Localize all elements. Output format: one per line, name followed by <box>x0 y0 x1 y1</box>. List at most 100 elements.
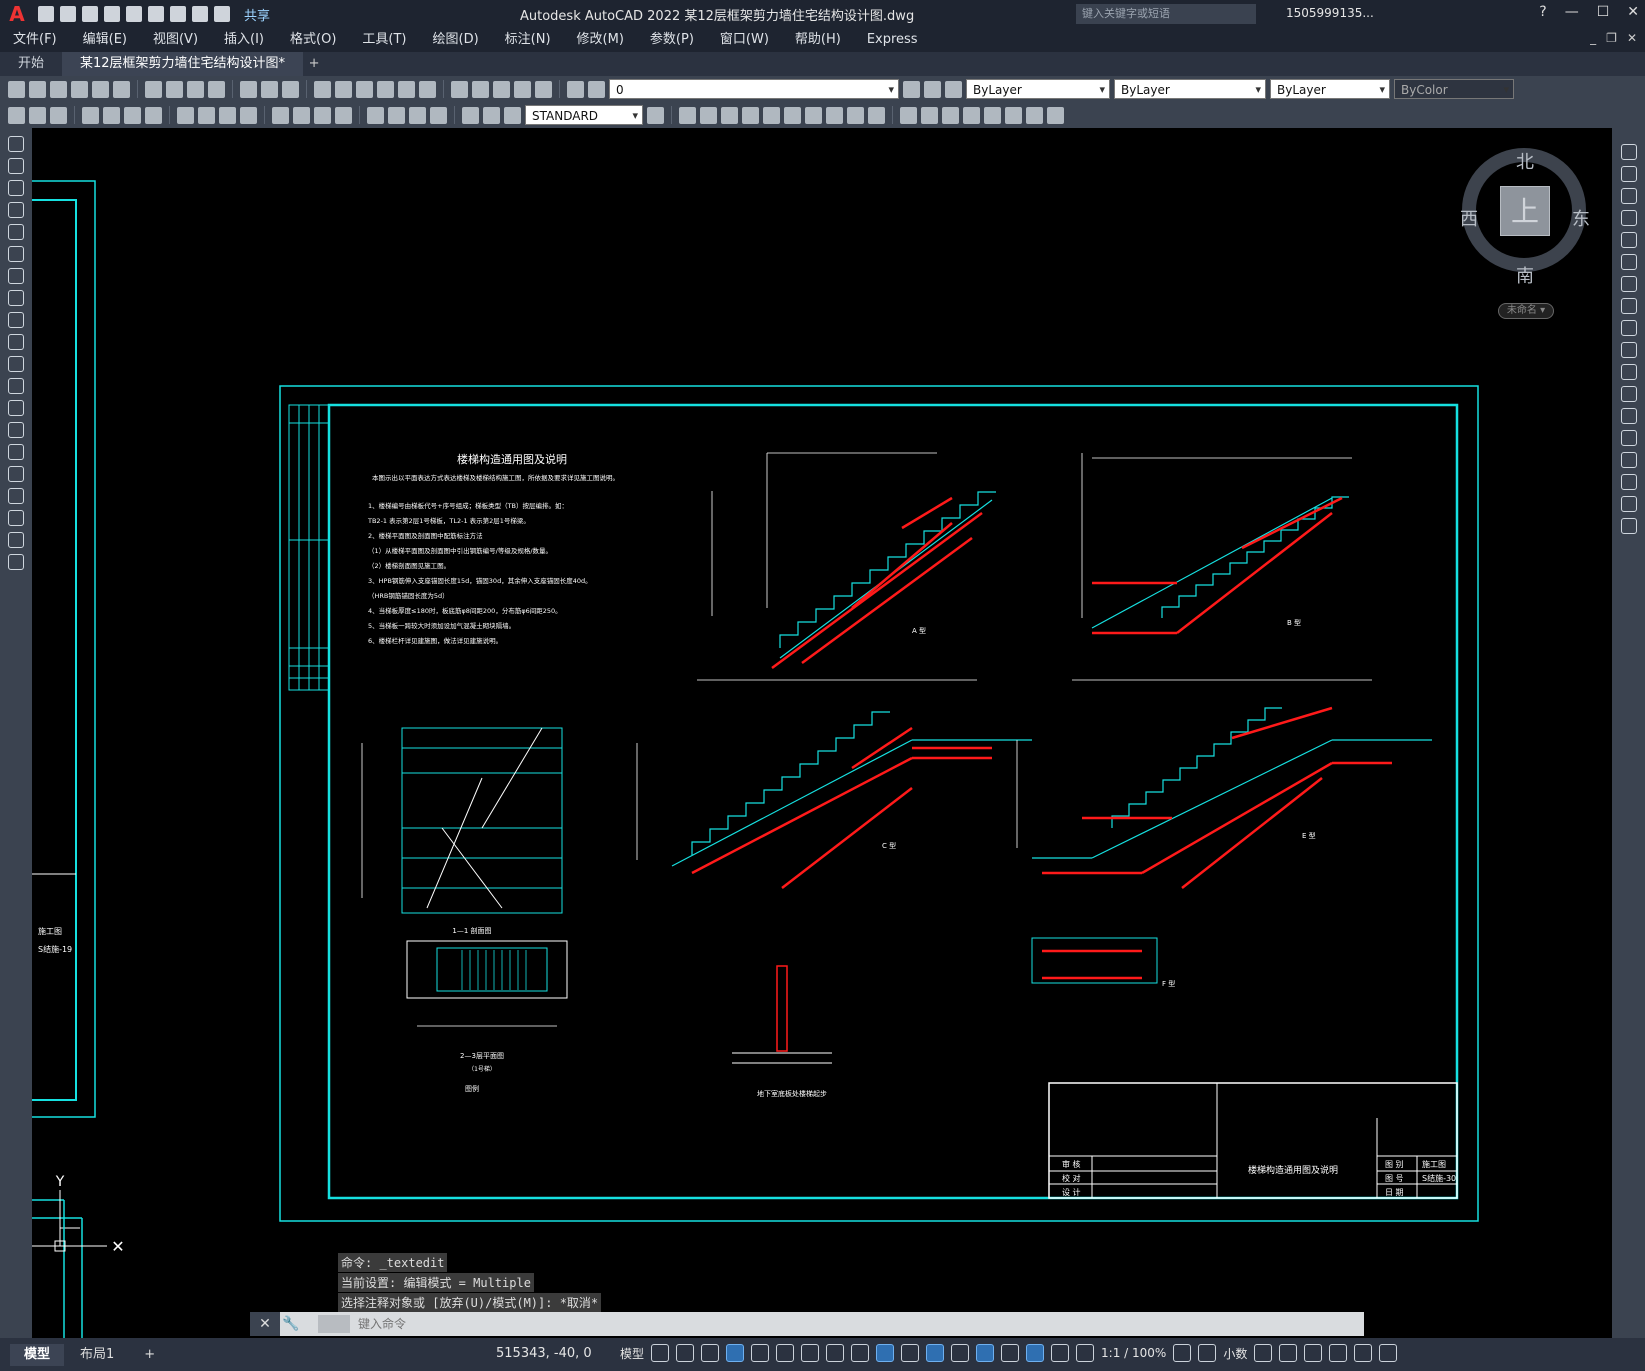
viewcube-top-face[interactable]: 上 <box>1500 186 1550 236</box>
search-input[interactable]: 键入关键字或短语 <box>1076 4 1256 24</box>
file-tool-icon[interactable] <box>29 80 46 98</box>
autocad-logo-icon[interactable]: A <box>0 0 34 28</box>
document-tab[interactable]: 某12层框架剪力墙住宅结构设计图* <box>62 52 304 76</box>
modify-palette-tool-icon[interactable] <box>1620 188 1637 204</box>
dim-baseline-tool-icon[interactable] <box>335 106 352 124</box>
dim-radial-tool-icon[interactable] <box>240 106 257 124</box>
doc-restore-button[interactable]: ❐ <box>1606 31 1617 45</box>
modify-tool-icon[interactable] <box>700 106 717 124</box>
minimize-button[interactable]: — <box>1565 4 1579 20</box>
annotation-monitor-icon[interactable] <box>1198 1344 1217 1362</box>
customize-icon[interactable]: 🔧 <box>280 1316 302 1332</box>
osnap-tracking-icon[interactable] <box>801 1344 820 1362</box>
doc-close-button[interactable]: ✕ <box>1627 31 1637 45</box>
layer-tool-icon[interactable] <box>588 80 605 98</box>
undo-redo-tool-icon[interactable] <box>282 80 299 98</box>
command-close-icon[interactable]: ✕ <box>250 1312 280 1336</box>
infer-icon[interactable] <box>701 1344 720 1362</box>
units-select[interactable]: 小数 <box>1223 1345 1247 1362</box>
dim-baseline-tool-icon[interactable] <box>272 106 289 124</box>
layer-tool-icon[interactable] <box>567 80 584 98</box>
modify-palette-tool-icon[interactable] <box>1620 342 1637 358</box>
viewcube-south[interactable]: 南 <box>1516 262 1534 288</box>
solid-tool-icon[interactable] <box>963 106 980 124</box>
view-tool-icon[interactable] <box>398 80 415 98</box>
menu-item[interactable]: 编辑(E) <box>70 28 140 52</box>
annotation-visibility-icon[interactable] <box>1026 1344 1045 1362</box>
edit-tool-icon[interactable] <box>145 80 162 98</box>
modify-tool-icon[interactable] <box>784 106 801 124</box>
solid-tool-icon[interactable] <box>900 106 917 124</box>
draw-tool-icon[interactable] <box>8 180 24 196</box>
tolerance-tool-icon[interactable] <box>409 106 426 124</box>
workspace-gear-icon[interactable] <box>1173 1344 1192 1362</box>
plotstyle-select[interactable]: ByColor <box>1394 79 1514 99</box>
view-tool-icon[interactable] <box>356 80 373 98</box>
save-web-icon[interactable] <box>148 6 164 22</box>
quick-properties-icon[interactable] <box>1254 1344 1273 1362</box>
command-prompt-icon[interactable] <box>318 1315 350 1333</box>
polar-icon[interactable] <box>751 1344 770 1362</box>
layout-tab[interactable]: 模型 <box>10 1343 65 1366</box>
share-button[interactable]: 共享 <box>244 5 270 24</box>
dim-baseline-tool-icon[interactable] <box>293 106 310 124</box>
draw-tool-icon[interactable] <box>8 510 24 526</box>
text-style-select[interactable]: STANDARD <box>525 105 643 125</box>
dim-radial-tool-icon[interactable] <box>198 106 215 124</box>
maximize-button[interactable]: ☐ <box>1597 4 1610 20</box>
modify-palette-tool-icon[interactable] <box>1620 452 1637 468</box>
draw-tool-icon[interactable] <box>8 554 24 570</box>
dimedit-tool-icon[interactable] <box>462 106 479 124</box>
layer-state-tool-icon[interactable] <box>903 80 920 98</box>
menu-item[interactable]: 帮助(H) <box>782 28 854 52</box>
gizmo-icon[interactable] <box>1001 1344 1020 1362</box>
ortho-icon[interactable] <box>726 1344 745 1362</box>
save-icon[interactable] <box>82 6 98 22</box>
dim-linear-tool-icon[interactable] <box>145 106 162 124</box>
viewcube-east[interactable]: 东 <box>1572 205 1590 231</box>
edit-tool-icon[interactable] <box>187 80 204 98</box>
close-button[interactable]: ✕ <box>1627 4 1639 20</box>
solid-tool-icon[interactable] <box>1026 106 1043 124</box>
viewcube-west[interactable]: 西 <box>1460 205 1478 231</box>
customize-status-icon[interactable] <box>1379 1344 1398 1362</box>
osnap-icon[interactable] <box>826 1344 845 1362</box>
modify-tool-icon[interactable] <box>847 106 864 124</box>
ucs-menu[interactable]: 未命名 ▾ <box>1498 303 1554 319</box>
modify-palette-tool-icon[interactable] <box>1620 364 1637 380</box>
save-as-icon[interactable] <box>104 6 120 22</box>
user-account[interactable]: 1505999135... <box>1286 6 1374 20</box>
draw-tool-icon[interactable] <box>8 158 24 174</box>
workspace-tool-icon[interactable] <box>8 106 25 124</box>
modify-tool-icon[interactable] <box>742 106 759 124</box>
modify-palette-tool-icon[interactable] <box>1620 232 1637 248</box>
document-tab[interactable]: 开始 <box>0 52 63 76</box>
tolerance-tool-icon[interactable] <box>430 106 447 124</box>
color-select[interactable]: ByLayer <box>966 79 1110 99</box>
layer-select[interactable]: 0 <box>609 79 899 99</box>
annotation-scale-icon[interactable] <box>1076 1344 1095 1362</box>
properties-tool-icon[interactable] <box>451 80 468 98</box>
viewcube-north[interactable]: 北 <box>1516 148 1534 174</box>
open-icon[interactable] <box>60 6 76 22</box>
modify-palette-tool-icon[interactable] <box>1620 408 1637 424</box>
modify-palette-tool-icon[interactable] <box>1620 320 1637 336</box>
solid-tool-icon[interactable] <box>984 106 1001 124</box>
modify-tool-icon[interactable] <box>868 106 885 124</box>
draw-tool-icon[interactable] <box>8 334 24 350</box>
edit-tool-icon[interactable] <box>208 80 225 98</box>
add-layout-button[interactable]: + <box>130 1344 169 1366</box>
modify-palette-tool-icon[interactable] <box>1620 518 1637 534</box>
new-icon[interactable] <box>38 6 54 22</box>
lineweight-icon[interactable] <box>851 1344 870 1362</box>
modify-palette-tool-icon[interactable] <box>1620 210 1637 226</box>
draw-tool-icon[interactable] <box>8 312 24 328</box>
isolate-objects-icon[interactable] <box>1304 1344 1323 1362</box>
edit-tool-icon[interactable] <box>166 80 183 98</box>
modify-palette-tool-icon[interactable] <box>1620 386 1637 402</box>
modify-tool-icon[interactable] <box>721 106 738 124</box>
menu-item[interactable]: 窗口(W) <box>707 28 782 52</box>
new-tab-button[interactable]: + <box>303 52 325 76</box>
solid-tool-icon[interactable] <box>921 106 938 124</box>
properties-tool-icon[interactable] <box>493 80 510 98</box>
